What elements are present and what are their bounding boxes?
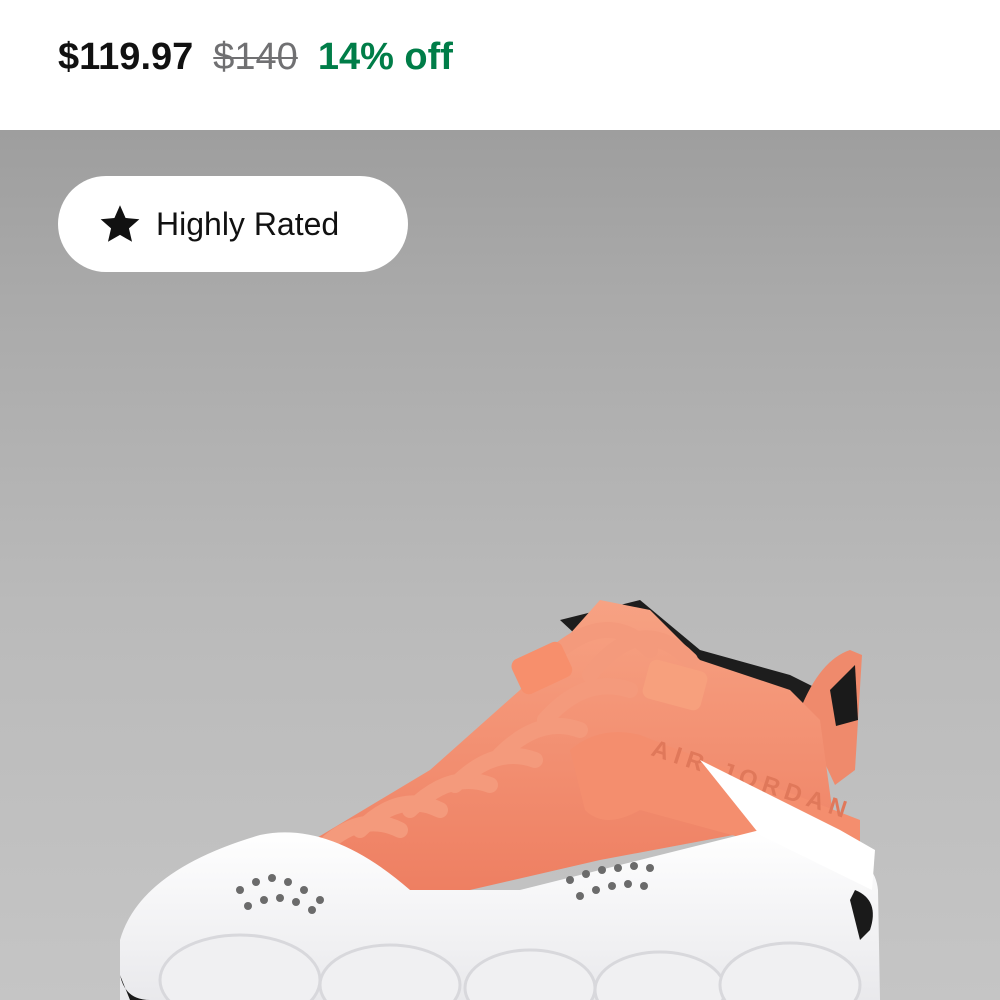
- current-price: $119.97: [58, 36, 194, 78]
- price-row: $119.97 $140 14% off: [0, 0, 1000, 130]
- product-image: AIR JORDAN: [120, 600, 880, 1000]
- product-image-carousel[interactable]: Highly Rated AIR JORDAN: [0, 130, 1000, 1000]
- original-price: $140: [213, 36, 298, 78]
- discount-label: 14% off: [317, 36, 453, 78]
- price-line: $119.97 $140 14% off: [58, 36, 453, 79]
